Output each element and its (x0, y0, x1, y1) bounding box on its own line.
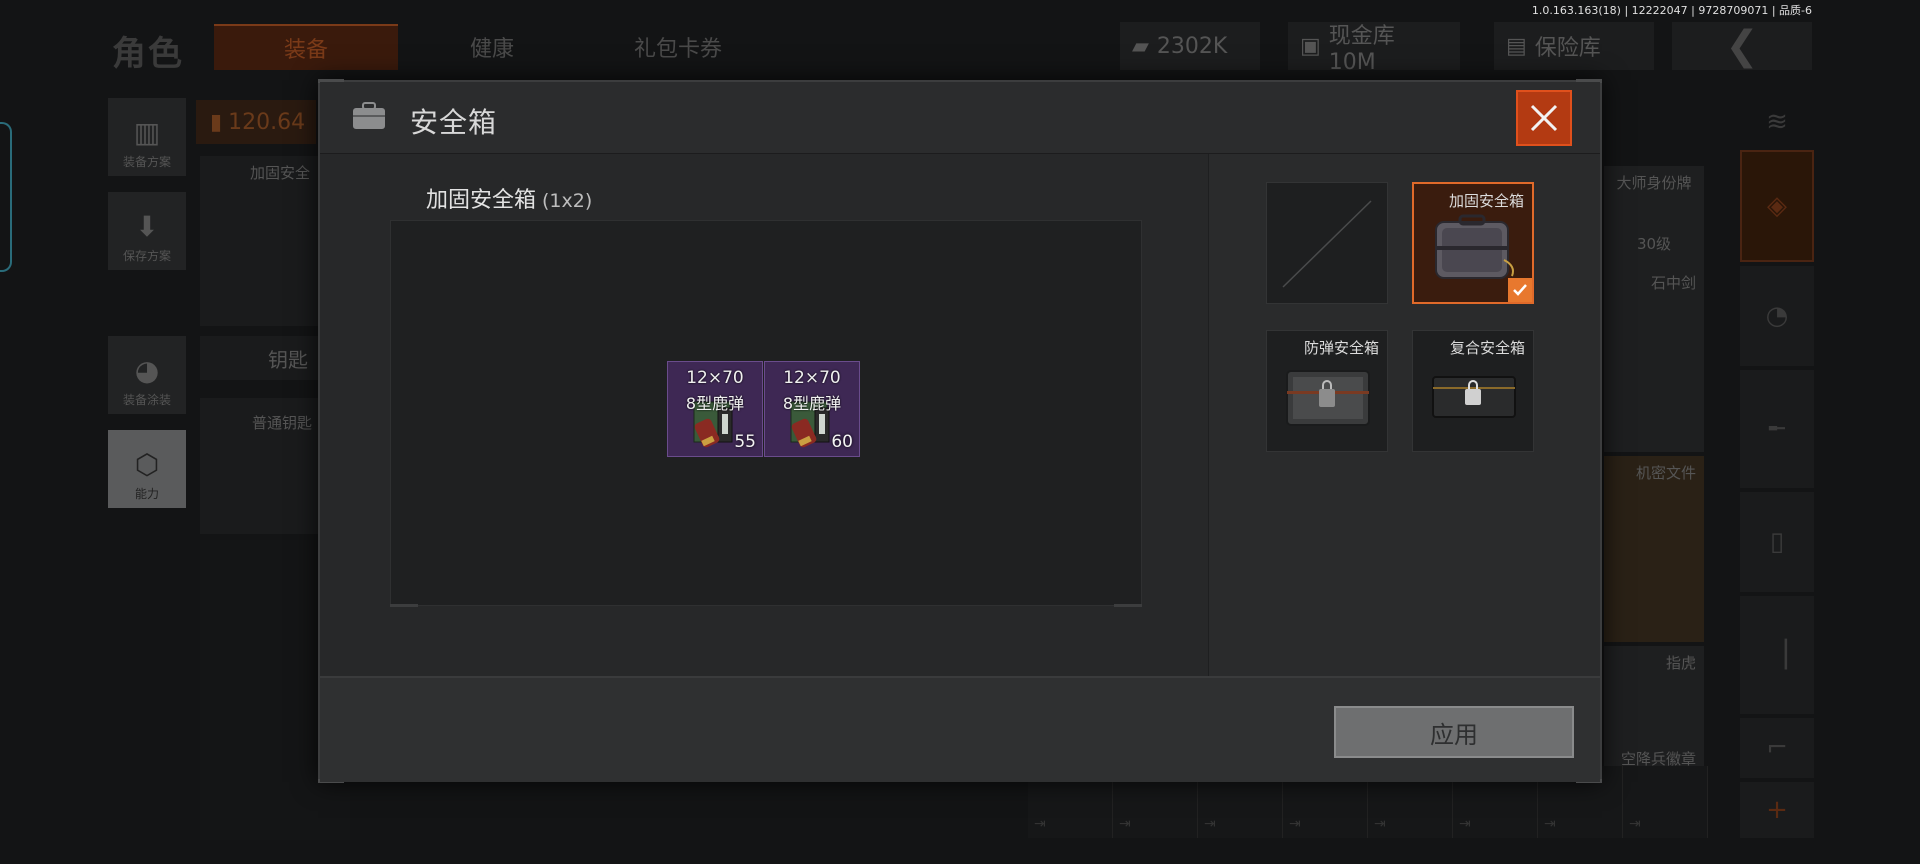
plus-icon: + (1766, 795, 1788, 825)
back-arrow-icon: ❮ (1725, 23, 1759, 69)
dialog-header: 安全箱 (320, 82, 1600, 154)
bg-insurance: ▤ 保险库 (1494, 22, 1654, 70)
bg-right-tab-4: ▯ (1740, 492, 1814, 592)
vest-icon: ▥ (133, 116, 161, 149)
insurance-icon: ▤ (1506, 33, 1527, 59)
layers-icon: ≋ (1766, 107, 1788, 137)
bg-right-tab-3: ╾ (1740, 370, 1814, 488)
bg-card-docs: 机密文件 (1604, 456, 1704, 642)
case-option-bulletproof[interactable]: 防弹安全箱 (1266, 330, 1388, 452)
selected-check (1508, 278, 1532, 302)
safe-box-dialog: 安全箱 加固安全箱 (1x2) 12×70 8型鹿弹 55 12×70 8型鹿弹… (318, 79, 1602, 783)
grip-icon: ▕ (1767, 640, 1787, 670)
bg-btn-ability: ⬡ 能力 (108, 430, 186, 508)
bg-btn-loadout: ▥ 装备方案 (108, 98, 186, 176)
bg-btn-paint: ◕ 装备涂装 (108, 336, 186, 414)
close-icon (1530, 104, 1558, 132)
bg-right-tab-6: ⌐ (1740, 718, 1814, 778)
case-option-composite[interactable]: 复合安全箱 (1412, 330, 1534, 452)
bg-card-knuckles: 指虎 (1604, 646, 1704, 742)
composite-case-icon (1432, 376, 1516, 418)
item-slot-buckshot-2[interactable]: 12×70 8型鹿弹 60 (764, 361, 860, 457)
helmet-icon: ◕ (134, 354, 160, 387)
reinforced-case-icon (1435, 214, 1514, 279)
case-option-reinforced[interactable]: 加固安全箱 (1412, 182, 1534, 304)
gear-bag-icon: ◈ (1767, 191, 1787, 221)
bg-tab-health: 健康 (469, 37, 514, 62)
dialog-title: 安全箱 (410, 106, 498, 139)
bg-right-tab-5: ▕ (1740, 596, 1814, 714)
case-name-label: 加固安全箱 (1x2) (426, 188, 593, 213)
bg-page-title: 角色 (112, 34, 184, 74)
helmet-outline-icon: ◔ (1765, 301, 1789, 331)
money-icon: ▰ (1132, 33, 1149, 59)
apply-button[interactable]: 应用 (1334, 706, 1574, 758)
bg-right-tab-2: ◔ (1740, 266, 1814, 366)
bg-add-tab: + (1740, 782, 1814, 838)
dialog-footer: 应用 (320, 676, 1600, 782)
bg-weight: ▮ 120.64 (196, 100, 316, 144)
bg-keys-panel: 钥匙 (200, 336, 318, 380)
sight-icon: ⌐ (1766, 733, 1788, 763)
checkmark-icon (1513, 284, 1527, 296)
bg-cash-warehouse: ▣ 现金库 10M (1288, 22, 1460, 75)
empty-slot-icon (1282, 200, 1372, 288)
bg-tab-gift-cards: 礼包卡券 (633, 37, 722, 62)
version-info: 1.0.163.163(18) | 12222047 | 9728709071 … (1531, 4, 1812, 17)
bg-card-sword: 石中剑 (1604, 266, 1704, 452)
bg-btn-save: ⬇ 保存方案 (108, 192, 186, 270)
bg-stack-icon: ≋ (1740, 100, 1814, 144)
briefcase-icon (353, 102, 385, 129)
side-edge-glow (0, 122, 12, 272)
bg-card-master-tag: 大师身份牌 30级 (1604, 166, 1704, 266)
download-icon: ⬇ (135, 210, 159, 243)
case-size-label: (1x2) (542, 190, 593, 212)
magazine-icon: ▯ (1769, 527, 1785, 557)
bulletproof-case-icon (1286, 370, 1370, 426)
bg-back-button: ❮ (1672, 22, 1812, 70)
bg-safe-panel: 加固安全 (200, 156, 318, 326)
warehouse-icon: ▣ (1300, 33, 1321, 59)
close-button[interactable] (1516, 90, 1572, 146)
bg-keycard-panel: 普通钥匙 (200, 398, 318, 534)
item-slot-buckshot-1[interactable]: 12×70 8型鹿弹 55 (667, 361, 763, 457)
case-option-empty[interactable] (1266, 182, 1388, 304)
case-grid: 12×70 8型鹿弹 55 12×70 8型鹿弹 60 (390, 220, 1142, 607)
bg-right-tab-1: ◈ (1740, 150, 1814, 262)
bg-currency: ▰ 2302K (1120, 22, 1260, 70)
bg-tab-equipment: 装备 (214, 24, 398, 70)
backpack-icon: ▮ (210, 109, 223, 135)
bolt-hex-icon: ⬡ (134, 448, 160, 481)
rifle-icon: ╾ (1769, 414, 1785, 444)
